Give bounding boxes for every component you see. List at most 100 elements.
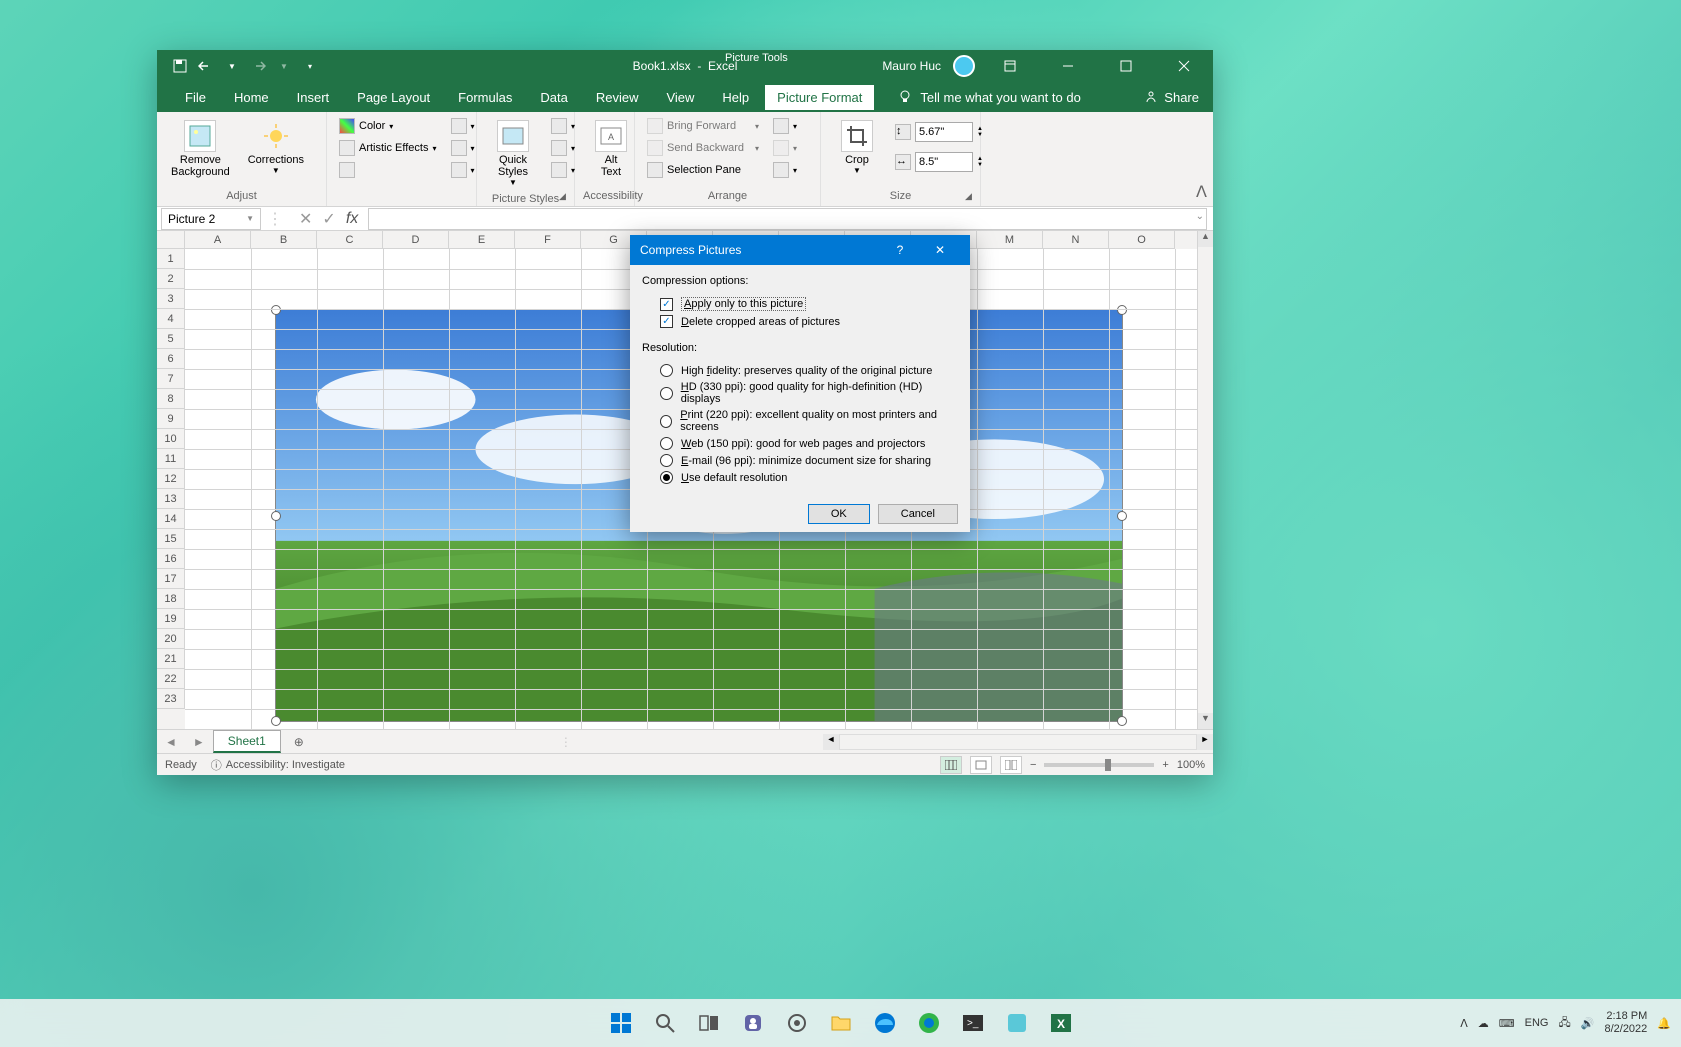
change-picture-button[interactable]: ▾ (447, 138, 479, 158)
apply-only-label[interactable]: Apply only to this picture (681, 297, 806, 311)
tell-me[interactable]: Tell me what you want to do (898, 90, 1080, 105)
quick-styles-button[interactable]: QuickStyles▼ (485, 116, 541, 191)
row-header[interactable]: 2 (157, 269, 185, 289)
column-header[interactable]: E (449, 231, 515, 249)
tab-picture-format[interactable]: Picture Format (765, 85, 874, 110)
high-fidelity-label[interactable]: High fidelity: preserves quality of the … (681, 365, 932, 377)
row-header[interactable]: 11 (157, 449, 185, 469)
app-icon[interactable] (997, 1003, 1037, 1043)
resize-handle-e[interactable] (1117, 511, 1127, 521)
fx-icon[interactable]: fx (346, 210, 358, 228)
column-header[interactable]: F (515, 231, 581, 249)
tab-view[interactable]: View (654, 85, 706, 110)
radio-default[interactable] (660, 471, 673, 484)
row-header[interactable]: 21 (157, 649, 185, 669)
row-header[interactable]: 4 (157, 309, 185, 329)
column-header[interactable]: B (251, 231, 317, 249)
formula-input[interactable]: ⌄ (368, 208, 1207, 230)
row-header[interactable]: 10 (157, 429, 185, 449)
delete-cropped-label[interactable]: Delete cropped areas of pictures (681, 316, 840, 328)
apply-only-checkbox[interactable]: ✓ (660, 298, 673, 311)
normal-view-button[interactable] (940, 756, 962, 774)
height-down[interactable]: ▼ (977, 132, 983, 138)
corrections-button[interactable]: Corrections▼ (242, 116, 310, 179)
dialog-close-button[interactable]: ✕ (920, 235, 960, 265)
close-button[interactable] (1161, 50, 1207, 82)
tab-review[interactable]: Review (584, 85, 651, 110)
page-break-view-button[interactable] (1000, 756, 1022, 774)
column-header[interactable]: C (317, 231, 383, 249)
volume-icon[interactable]: 🔊 (1581, 1017, 1595, 1030)
horizontal-scrollbar[interactable] (839, 734, 1197, 750)
resize-handle-w[interactable] (271, 511, 281, 521)
teams-icon[interactable] (733, 1003, 773, 1043)
row-header[interactable]: 12 (157, 469, 185, 489)
row-header[interactable]: 7 (157, 369, 185, 389)
settings-icon[interactable] (777, 1003, 817, 1043)
crop-button[interactable]: Crop▼ (829, 116, 885, 179)
row-header[interactable]: 20 (157, 629, 185, 649)
radio-print[interactable] (660, 415, 672, 428)
row-header[interactable]: 13 (157, 489, 185, 509)
print-label[interactable]: Print (220 ppi): excellent quality on mo… (680, 409, 958, 433)
tab-help[interactable]: Help (710, 85, 761, 110)
row-header[interactable]: 19 (157, 609, 185, 629)
row-header[interactable]: 1 (157, 249, 185, 269)
rotate-button[interactable]: ▾ (769, 160, 801, 180)
column-header[interactable]: M (977, 231, 1043, 249)
cancel-button[interactable]: Cancel (878, 504, 958, 524)
tab-page-layout[interactable]: Page Layout (345, 85, 442, 110)
keyboard-icon[interactable]: ⌨ (1499, 1017, 1515, 1030)
row-header[interactable]: 3 (157, 289, 185, 309)
email-label[interactable]: E-mail (96 ppi): minimize document size … (681, 455, 931, 467)
zoom-slider[interactable] (1044, 763, 1154, 767)
save-icon[interactable] (171, 57, 189, 75)
tray-chevron-icon[interactable]: ᐱ (1460, 1017, 1468, 1030)
styles-dialog-launcher[interactable]: ◢ (559, 191, 571, 203)
column-header[interactable]: D (383, 231, 449, 249)
avatar[interactable] (953, 55, 975, 77)
excel-taskbar-icon[interactable]: X (1041, 1003, 1081, 1043)
send-backward-button[interactable]: Send Backward▾ (643, 138, 763, 158)
row-header[interactable]: 17 (157, 569, 185, 589)
tab-insert[interactable]: Insert (285, 85, 342, 110)
onedrive-icon[interactable]: ☁ (1478, 1017, 1489, 1030)
row-header[interactable]: 23 (157, 689, 185, 709)
redo-icon[interactable] (249, 57, 267, 75)
color-button[interactable]: Color▾ (335, 116, 441, 136)
resize-handle-ne[interactable] (1117, 305, 1127, 315)
alt-text-button[interactable]: AAltText (583, 116, 639, 182)
resize-handle-se[interactable] (1117, 716, 1127, 726)
edge-icon[interactable] (865, 1003, 905, 1043)
resize-handle-sw[interactable] (271, 716, 281, 726)
radio-web[interactable] (660, 437, 673, 450)
delete-cropped-checkbox[interactable]: ✓ (660, 315, 673, 328)
transparency-button[interactable] (335, 160, 441, 180)
enter-formula-icon[interactable]: ✓ (322, 209, 335, 229)
tab-resize-icon[interactable]: ⋮ (552, 735, 580, 749)
row-header[interactable]: 15 (157, 529, 185, 549)
search-icon[interactable] (645, 1003, 685, 1043)
hd-label[interactable]: HD (330 ppi): good quality for high-defi… (681, 381, 958, 405)
row-header[interactable]: 8 (157, 389, 185, 409)
width-down[interactable]: ▼ (977, 162, 983, 168)
dialog-help-button[interactable]: ? (880, 235, 920, 265)
ribbon-display-icon[interactable] (987, 50, 1033, 82)
undo-icon[interactable] (197, 57, 215, 75)
qat-customize-icon[interactable]: ▾ (301, 57, 319, 75)
row-header[interactable]: 14 (157, 509, 185, 529)
page-layout-view-button[interactable] (970, 756, 992, 774)
remove-background-button[interactable]: RemoveBackground (165, 116, 236, 182)
compress-pictures-button[interactable]: ▾ (447, 116, 479, 136)
size-dialog-launcher[interactable]: ◢ (965, 191, 977, 203)
default-label[interactable]: Use default resolution (681, 472, 787, 484)
clock[interactable]: 2:18 PM8/2/2022 (1604, 1010, 1647, 1036)
artistic-effects-button[interactable]: Artistic Effects▾ (335, 138, 441, 158)
tab-data[interactable]: Data (528, 85, 579, 110)
tab-formulas[interactable]: Formulas (446, 85, 524, 110)
vertical-scrollbar[interactable]: ▲ ▼ (1197, 231, 1213, 729)
resize-handle-nw[interactable] (271, 305, 281, 315)
add-sheet-button[interactable]: ⊕ (289, 732, 309, 752)
sheet-tab-sheet1[interactable]: Sheet1 (213, 730, 281, 753)
tab-file[interactable]: File (173, 85, 218, 110)
